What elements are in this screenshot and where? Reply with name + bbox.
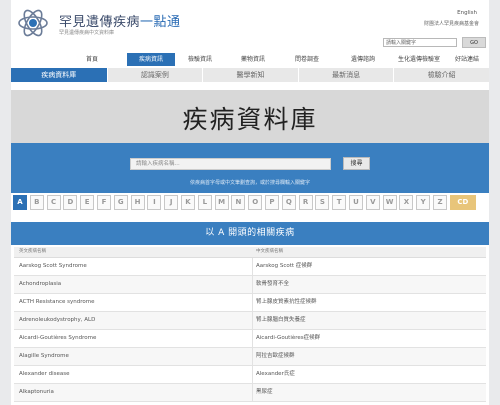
table-row[interactable]: Alkaptonuria 黑尿症 <box>14 384 486 402</box>
letter-filter-button[interactable]: Y <box>416 195 431 210</box>
alphabet-filter: A B C D E F G H I J K L M N O P Q R S T U V W X Y Z CD <box>13 195 489 210</box>
column-divider <box>252 384 253 401</box>
english-link[interactable]: English <box>457 10 477 16</box>
subnav-tab[interactable]: 認識案例 <box>106 68 203 82</box>
header-search-input[interactable]: 請輸入關鍵字 <box>383 38 457 47</box>
column-header-english: 英文疾病名稱 <box>19 249 46 254</box>
letter-filter-button[interactable]: M <box>214 195 229 210</box>
column-header-chinese: 中文疾病名稱 <box>256 249 283 254</box>
letter-filter-button[interactable]: O <box>248 195 263 210</box>
logo-icon[interactable] <box>17 8 49 38</box>
disease-chinese-name[interactable]: Aarskog Scott 症候群 <box>256 258 312 275</box>
disease-english-name[interactable]: Achondroplasia <box>19 276 61 293</box>
column-divider <box>252 258 253 275</box>
nav-item[interactable]: 首頁 <box>75 53 109 66</box>
letter-filter-button[interactable]: Z <box>433 195 447 210</box>
letter-filter-button[interactable]: D <box>63 195 78 210</box>
letter-filter-button[interactable]: H <box>130 195 145 210</box>
letter-filter-button[interactable]: R <box>298 195 313 210</box>
letter-filter-button[interactable]: V <box>365 195 380 210</box>
nav-item[interactable]: 生化遺傳檢驗室 <box>393 53 445 66</box>
letter-filter-button[interactable]: Q <box>281 195 296 210</box>
letter-filter-button[interactable]: N <box>231 195 246 210</box>
letter-filter-button[interactable]: A <box>13 195 27 210</box>
disease-english-name[interactable]: Adrenoleukodystrophy, ALD <box>19 312 95 329</box>
hero-banner: 疾病資料庫 <box>11 90 489 143</box>
disease-english-name[interactable]: Aarskog Scott Syndrome <box>19 258 87 275</box>
disease-chinese-name[interactable]: 腎上腺腦白質失養症 <box>256 312 306 329</box>
foundation-link[interactable]: 財團法人罕見疾病基金會 <box>424 20 479 27</box>
results-title: 以 A 開頭的相關疾病 <box>205 228 295 238</box>
letter-filter-button[interactable]: CD <box>449 195 476 210</box>
disease-chinese-name[interactable]: 阿拉吉歐症候群 <box>256 348 295 365</box>
column-divider <box>252 348 253 365</box>
letter-filter-button[interactable]: C <box>46 195 61 210</box>
table-row[interactable]: Alexander disease Alexander氏症 <box>14 366 486 384</box>
page-title: 疾病資料庫 <box>182 105 318 134</box>
disease-english-name[interactable]: Alexander disease <box>19 366 69 383</box>
main-nav: 首頁 疾病資訊 檢驗資訊 藥物資訊 問卷調查 遺傳諮詢 生化遺傳檢驗室 好站連結 <box>11 53 489 66</box>
disease-chinese-name[interactable]: 黑尿症 <box>256 384 273 401</box>
table-row[interactable]: Achondroplasia 軟骨發育不全 <box>14 276 486 294</box>
sub-nav: 疾病資料庫 認識案例 醫學新知 最新消息 檢驗介紹 <box>11 68 489 82</box>
column-divider <box>252 294 253 311</box>
site-title-accent: 一點通 <box>140 15 181 30</box>
site-subtitle: 罕見遺傳疾病中文資料庫 <box>59 30 115 36</box>
column-divider <box>252 276 253 293</box>
disease-chinese-name[interactable]: Aicardi-Goutières症候群 <box>256 330 320 347</box>
page: 罕見遺傳疾病一點通 罕見遺傳疾病中文資料庫 English 財團法人罕見疾病基金… <box>11 0 489 405</box>
disease-search-band: 請輸入疾病名稱... 搜尋 依疾病首字母或中文筆劃查詢，或於搜尋欄輸入關鍵字 <box>11 143 489 193</box>
letter-filter-button[interactable]: P <box>265 195 279 210</box>
disease-english-name[interactable]: Alkaptonuria <box>19 384 54 401</box>
letter-filter-button[interactable]: X <box>399 195 414 210</box>
disease-english-name[interactable]: Aicardi-Goutières Syndrome <box>19 330 96 347</box>
letter-filter-button[interactable]: S <box>315 195 330 210</box>
disease-chinese-name[interactable]: 軟骨發育不全 <box>256 276 289 293</box>
nav-item[interactable]: 遺傳諮詢 <box>344 53 382 66</box>
letter-filter-button[interactable]: L <box>197 195 212 210</box>
letter-filter-button[interactable]: J <box>164 195 179 210</box>
site-title-main: 罕見遺傳疾病 <box>59 15 141 30</box>
disease-table: 英文疾病名稱 中文疾病名稱 Aarskog Scott Syndrome Aars… <box>14 247 486 402</box>
column-divider <box>252 366 253 383</box>
table-body: Aarskog Scott Syndrome Aarskog Scott 症候群 A… <box>14 258 486 402</box>
search-hint: 依疾病首字母或中文筆劃查詢，或於搜尋欄輸入關鍵字 <box>189 180 310 186</box>
disease-english-name[interactable]: Alagille Syndrome <box>19 348 69 365</box>
letter-filter-button[interactable]: T <box>332 195 347 210</box>
table-row[interactable]: Adrenoleukodystrophy, ALD 腎上腺腦白質失養症 <box>14 312 486 330</box>
letter-filter-button[interactable]: F <box>97 195 111 210</box>
disease-search-input[interactable]: 請輸入疾病名稱... <box>130 158 331 170</box>
subnav-tab[interactable]: 最新消息 <box>297 68 394 82</box>
disease-chinese-name[interactable]: Alexander氏症 <box>256 366 295 383</box>
nav-item[interactable]: 好站連結 <box>451 53 483 66</box>
nav-item[interactable]: 疾病資訊 <box>127 53 175 66</box>
header-search-button[interactable]: GO <box>462 37 486 48</box>
disease-chinese-name[interactable]: 腎上腺皮質素抗性症候群 <box>256 294 317 311</box>
table-row[interactable]: ACTH Resistance syndrome 腎上腺皮質素抗性症候群 <box>14 294 486 312</box>
letter-filter-button[interactable]: I <box>147 195 162 210</box>
table-row[interactable]: Aarskog Scott Syndrome Aarskog Scott 症候群 <box>14 258 486 276</box>
letter-filter-button[interactable]: U <box>349 195 363 210</box>
nav-item[interactable]: 問卷調查 <box>287 53 327 66</box>
table-header: 英文疾病名稱 中文疾病名稱 <box>14 247 486 258</box>
disease-english-name[interactable]: ACTH Resistance syndrome <box>19 294 94 311</box>
column-divider <box>252 330 253 347</box>
disease-search-button[interactable]: 搜尋 <box>343 157 370 170</box>
header: 罕見遺傳疾病一點通 罕見遺傳疾病中文資料庫 English 財團法人罕見疾病基金… <box>11 0 489 50</box>
letter-filter-button[interactable]: E <box>80 195 95 210</box>
letter-filter-button[interactable]: B <box>29 195 44 210</box>
results-header-bar: 以 A 開頭的相關疾病 <box>11 222 489 245</box>
column-divider <box>252 312 253 329</box>
letter-filter-button[interactable]: G <box>113 195 128 210</box>
letter-filter-button[interactable]: W <box>382 195 397 210</box>
letter-filter-button[interactable]: K <box>181 195 195 210</box>
table-row[interactable]: Alagille Syndrome 阿拉吉歐症候群 <box>14 348 486 366</box>
subnav-tab[interactable]: 醫學新知 <box>202 68 298 82</box>
subnav-tab[interactable]: 檢驗介紹 <box>393 68 489 82</box>
site-title[interactable]: 罕見遺傳疾病一點通 <box>59 11 181 30</box>
table-row[interactable]: Aicardi-Goutières Syndrome Aicardi-Goutiè… <box>14 330 486 348</box>
nav-item[interactable]: 藥物資訊 <box>232 53 274 66</box>
nav-item[interactable]: 檢驗資訊 <box>179 53 221 66</box>
subnav-tab[interactable]: 疾病資料庫 <box>11 68 107 82</box>
